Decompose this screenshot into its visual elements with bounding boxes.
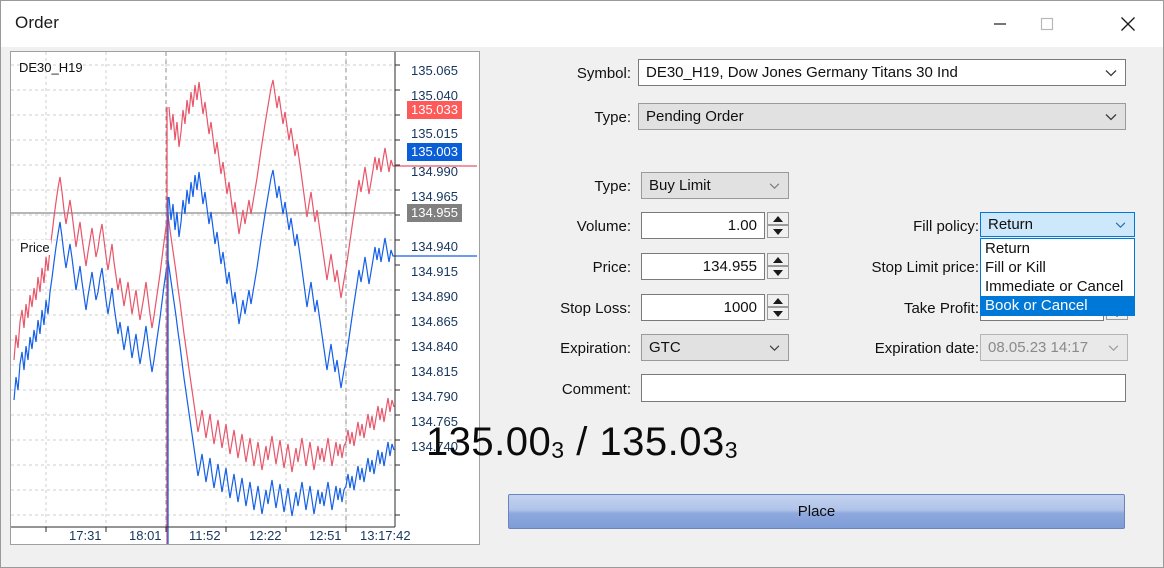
price-tick: 135.015 (411, 126, 458, 141)
quote-display: 135.003 / 135.033 (1, 420, 1163, 465)
price-stepper-up[interactable] (767, 253, 789, 266)
volume-stepper-up[interactable] (767, 212, 789, 225)
price-tick: 134.890 (411, 289, 458, 304)
price-label: Price: (481, 259, 631, 276)
take-profit-label: Take Profit: (831, 300, 979, 317)
fill-policy-label: Fill policy: (831, 218, 979, 235)
time-tick: 17:31 (69, 528, 102, 543)
price-tick: 134.990 (411, 164, 458, 179)
expiration-value: GTC (649, 339, 681, 356)
stop-loss-stepper-up[interactable] (767, 294, 789, 307)
expiration-date-value: 08.05.23 14:17 (988, 339, 1088, 356)
close-icon[interactable] (1105, 1, 1151, 47)
time-tick: 11:52 (189, 528, 221, 543)
expiration-date-combo[interactable]: 08.05.23 14:17 (980, 334, 1128, 361)
time-tick: 13:17:42 (360, 528, 411, 543)
bid-price-subdigit: 3 (551, 437, 564, 463)
title-bar: Order (1, 1, 1163, 47)
chevron-down-icon (1115, 221, 1126, 228)
expiration-date-label: Expiration date: (831, 340, 979, 357)
chevron-down-icon (769, 344, 780, 351)
price-tick: 134.940 (411, 239, 458, 254)
price-tick: 134.815 (411, 364, 458, 379)
stop-loss-stepper-down[interactable] (767, 307, 789, 320)
fill-policy-dropdown-list[interactable]: Return Fill or Kill Immediate or Cancel … (980, 238, 1135, 316)
price-input[interactable]: 134.955 (641, 253, 765, 280)
place-button[interactable]: Place (508, 494, 1125, 529)
price-stepper[interactable] (767, 253, 789, 279)
fill-policy-option-return[interactable]: Return (981, 239, 1134, 258)
volume-stepper[interactable] (767, 212, 789, 238)
stop-loss-value: 1000 (724, 299, 757, 316)
price-tick: 134.865 (411, 314, 458, 329)
time-tick: 12:51 (309, 528, 342, 543)
stop-loss-input[interactable]: 1000 (641, 294, 765, 321)
order-price-tag: 134.955 (407, 204, 462, 222)
symbol-label: Symbol: (471, 65, 631, 82)
time-tick: 18:01 (129, 528, 162, 543)
price-tick: 134.965 (411, 189, 458, 204)
price-value: 134.955 (703, 258, 757, 275)
price-tick: 134.790 (411, 389, 458, 404)
chevron-down-icon (1105, 69, 1117, 77)
comment-label: Comment: (471, 381, 631, 398)
pending-type-label: Type: (481, 178, 631, 195)
price-stepper-down[interactable] (767, 266, 789, 279)
chevron-down-icon (1108, 344, 1119, 351)
volume-label: Volume: (481, 218, 631, 235)
chart-price-line-label: Price (19, 240, 51, 255)
fill-policy-option-book-or-cancel[interactable]: Book or Cancel (981, 296, 1134, 315)
expiration-combo[interactable]: GTC (641, 334, 789, 361)
order-dialog: Order (0, 0, 1164, 568)
ask-price-subdigit: 3 (725, 437, 738, 463)
order-type-value: Pending Order (646, 108, 744, 125)
symbol-value: DE30_H19, Dow Jones Germany Titans 30 In… (646, 64, 958, 81)
fill-policy-value: Return (988, 216, 1033, 233)
volume-stepper-down[interactable] (767, 225, 789, 238)
price-tick: 134.915 (411, 264, 458, 279)
price-tick: 135.065 (411, 63, 458, 78)
chevron-down-icon (1105, 113, 1117, 121)
chevron-down-icon (769, 182, 780, 189)
ask-price-tag: 135.033 (407, 101, 462, 119)
bid-price: 135.00 (426, 420, 551, 464)
expiration-label: Expiration: (471, 340, 631, 357)
volume-value: 1.00 (728, 217, 757, 234)
chart-symbol-label: DE30_H19 (19, 60, 83, 75)
pending-type-combo[interactable]: Buy Limit (641, 172, 789, 199)
tick-chart-panel[interactable]: DE30_H19 Price (10, 51, 480, 545)
quote-separator: / (565, 420, 600, 464)
volume-input[interactable]: 1.00 (641, 212, 765, 239)
bid-price-tag: 135.003 (407, 143, 462, 161)
window-title: Order (15, 13, 59, 33)
time-tick: 12:22 (249, 528, 282, 543)
maximize-icon[interactable] (1024, 1, 1070, 47)
ask-price: 135.03 (599, 420, 724, 464)
stop-limit-price-label: Stop Limit price: (831, 259, 979, 276)
comment-input[interactable] (641, 374, 1126, 402)
order-type-combo[interactable]: Pending Order (638, 103, 1126, 130)
pending-type-value: Buy Limit (649, 177, 711, 194)
fill-policy-option-fill-or-kill[interactable]: Fill or Kill (981, 258, 1134, 277)
fill-policy-combo[interactable]: Return (980, 212, 1135, 237)
stop-loss-stepper[interactable] (767, 294, 789, 320)
fill-policy-option-immediate-or-cancel[interactable]: Immediate or Cancel (981, 277, 1134, 296)
order-type-label: Type: (471, 109, 631, 126)
tick-chart-canvas (11, 52, 479, 544)
minimize-icon[interactable] (977, 1, 1023, 47)
stop-loss-label: Stop Loss: (471, 300, 631, 317)
symbol-combo[interactable]: DE30_H19, Dow Jones Germany Titans 30 In… (638, 59, 1126, 86)
price-tick: 134.840 (411, 339, 458, 354)
